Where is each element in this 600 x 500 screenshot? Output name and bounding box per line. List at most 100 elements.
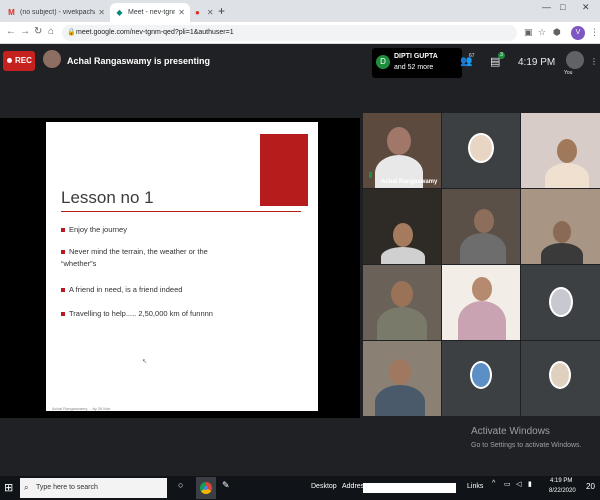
speaking-icon — [369, 172, 372, 178]
lock-icon: 🔒 — [67, 29, 76, 36]
slide-footer: Achal Rangaswamy, ...ity 26 Mar — [52, 406, 111, 411]
participant-name-label: Achal Rangaswamy — [381, 179, 438, 185]
participant-tile[interactable] — [521, 113, 600, 188]
slide-bullet: Never mind the terrain, the weather or t… — [61, 247, 208, 268]
participant-more: and 52 more — [394, 64, 434, 71]
slide-title-rule — [61, 211, 301, 212]
star-icon[interactable]: ☆ — [538, 27, 546, 38]
participant-tile[interactable] — [442, 265, 520, 340]
activate-windows-subtitle: Go to Settings to activate Windows. — [471, 442, 582, 449]
new-tab-button[interactable]: + — [218, 4, 225, 18]
notification-count[interactable]: 20 — [586, 482, 595, 491]
participant-body — [541, 243, 583, 264]
recording-icon: ● — [195, 8, 200, 17]
participant-head — [391, 281, 413, 307]
participant-tile[interactable] — [521, 265, 600, 340]
bullet-square-icon — [61, 312, 65, 317]
people-count: 67 — [469, 53, 475, 59]
screen: M (no subject) - vivekpachauri@it... ✕ ◆… — [0, 0, 600, 500]
meeting-clock: 4:19 PM — [518, 57, 556, 68]
menu-dots-icon[interactable]: ⋮ — [590, 27, 599, 38]
slide-accent-box — [260, 134, 308, 206]
network-icon[interactable]: ▭ — [504, 480, 511, 488]
participant-tile[interactable] — [363, 341, 441, 416]
system-date[interactable]: 8/22/2020 — [549, 488, 576, 494]
participant-tile-speaker[interactable]: Achal Rangaswamy — [363, 113, 441, 188]
activate-windows-title: Activate Windows — [471, 426, 550, 437]
cortana-icon[interactable]: ○ — [178, 480, 183, 490]
browser-tabstrip: M (no subject) - vivekpachauri@it... ✕ ◆… — [0, 0, 600, 22]
bullet-square-icon — [61, 250, 65, 255]
desktop-toolbar[interactable]: Desktop — [311, 483, 337, 490]
search-icon: ⌕ — [24, 483, 29, 492]
meet-topbar: REC Achal Rangaswamy is presenting D DIP… — [0, 44, 600, 80]
battery-icon[interactable]: ▮ — [528, 480, 532, 488]
taskbar-search-input[interactable]: ⌕ Type here to search — [20, 478, 167, 498]
home-icon[interactable]: ⌂ — [48, 26, 54, 37]
address-input[interactable]: 🔒 meet.google.com/nev-tgnm-qed?pli=1&aut… — [62, 25, 517, 41]
participant-avatar — [549, 361, 571, 389]
close-window-icon[interactable]: ✕ — [582, 2, 590, 13]
camera-icon[interactable]: ▣ — [524, 27, 533, 38]
participant-name: DIPTI GUPTA — [394, 53, 438, 60]
participant-card[interactable]: D DIPTI GUPTA and 52 more — [372, 48, 462, 78]
presentation-slide: Lesson no 1 Enjoy the journey Never mind… — [46, 122, 318, 411]
self-avatar[interactable] — [566, 51, 584, 69]
close-icon[interactable]: ✕ — [178, 8, 185, 17]
mouse-cursor-icon: ↖ — [142, 359, 148, 365]
presenter-avatar — [43, 50, 61, 68]
slide-bullet: A friend in need, is a friend indeed — [61, 284, 291, 296]
tab-meet[interactable]: ◆ Meet - nev-tgnm-qed ✕ — [110, 3, 190, 22]
close-icon[interactable]: ✕ — [98, 8, 105, 17]
chrome-taskbar-button[interactable] — [196, 477, 216, 499]
participant-tile[interactable] — [363, 265, 441, 340]
links-toolbar[interactable]: Links — [467, 483, 483, 490]
slide-bullet: Enjoy the journey — [61, 224, 291, 236]
forward-icon[interactable]: → — [20, 26, 30, 37]
participant-body — [381, 247, 425, 264]
participant-body — [458, 301, 506, 340]
participant-head — [474, 209, 494, 233]
participant-head — [472, 277, 492, 301]
windows-start-icon[interactable]: ⊞ — [4, 481, 13, 494]
participant-avatar — [549, 287, 573, 317]
participant-body — [377, 307, 427, 340]
volume-icon[interactable]: ◁ — [516, 480, 521, 488]
back-icon[interactable]: ← — [6, 26, 16, 37]
record-dot-icon — [7, 58, 12, 64]
more-options-icon[interactable]: ⋮ — [590, 57, 598, 66]
self-label: You — [564, 70, 573, 76]
presenter-status: Achal Rangaswamy is presenting — [67, 56, 211, 66]
app-icon[interactable]: ✎ — [222, 480, 230, 491]
participant-tile[interactable] — [521, 341, 600, 416]
participant-head — [557, 139, 577, 163]
participant-tile[interactable] — [442, 189, 520, 264]
extension-icon[interactable]: ⬢ — [553, 27, 561, 38]
chat-badge: 3 — [498, 52, 505, 59]
participant-tile[interactable] — [363, 189, 441, 264]
tab-recording[interactable]: ● ✕ — [190, 3, 216, 22]
browser-toolbar: ← → ↻ ⌂ 🔒 meet.google.com/nev-tgnm-qed?p… — [0, 22, 600, 44]
slide-title: Lesson no 1 — [61, 188, 154, 207]
bullet-square-icon — [61, 228, 65, 233]
participant-avatar — [470, 361, 492, 389]
profile-avatar[interactable]: V — [571, 26, 585, 40]
taskbar-address-input[interactable] — [363, 483, 456, 493]
close-icon[interactable]: ✕ — [207, 8, 214, 17]
tab-gmail[interactable]: M (no subject) - vivekpachauri@it... ✕ — [2, 3, 110, 22]
tray-chevron-icon[interactable]: ^ — [492, 480, 495, 487]
participant-tile[interactable] — [442, 113, 520, 188]
participant-tile[interactable] — [521, 189, 600, 264]
participant-body — [545, 163, 589, 188]
reload-icon[interactable]: ↻ — [34, 26, 42, 37]
participant-tile[interactable] — [442, 341, 520, 416]
minimize-icon[interactable]: — — [542, 2, 551, 12]
participant-head — [387, 127, 411, 155]
system-clock[interactable]: 4:19 PM — [550, 478, 572, 484]
participant-body — [375, 385, 425, 416]
slide-bullet: Travelling to help..... 2,50,000 km of f… — [61, 308, 291, 320]
maximize-icon[interactable]: □ — [560, 2, 565, 12]
meet-icon: ◆ — [116, 8, 123, 17]
participant-head — [389, 359, 411, 385]
participant-avatar — [468, 133, 494, 163]
